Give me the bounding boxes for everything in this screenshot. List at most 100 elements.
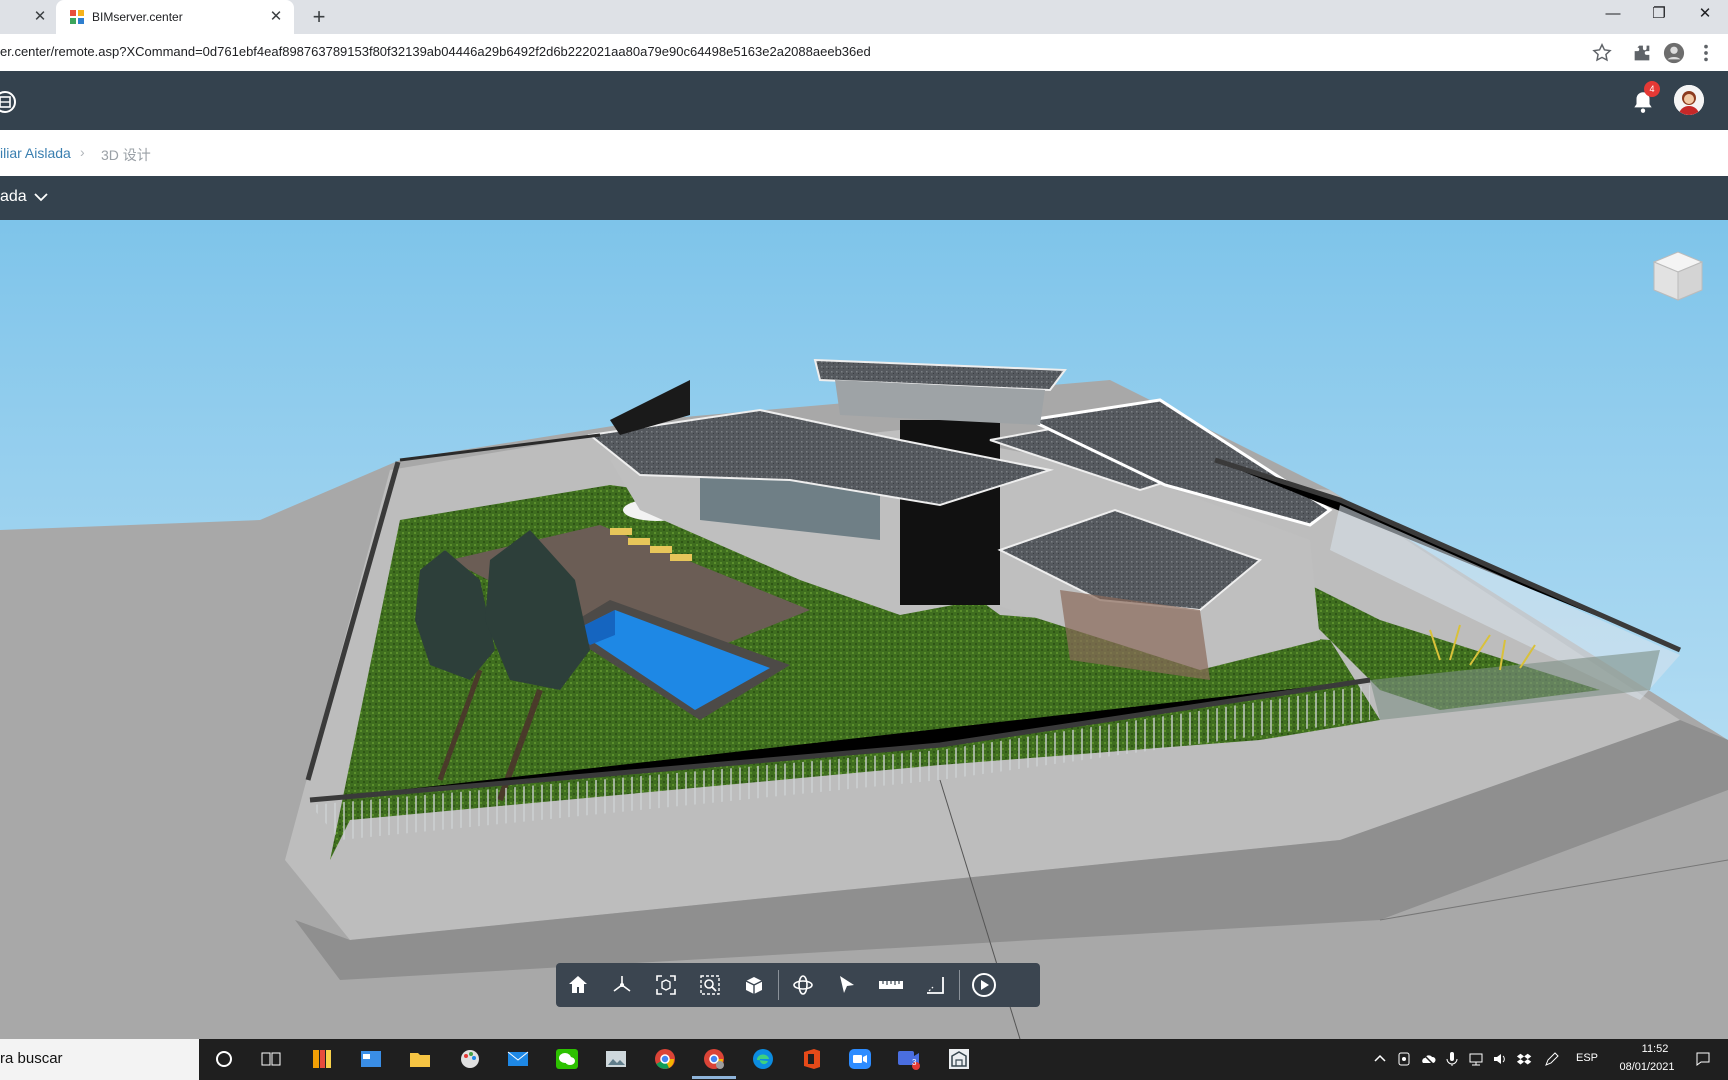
wechat-button[interactable]: [553, 1045, 581, 1073]
home-icon: [569, 976, 587, 993]
tray-device-icon[interactable]: [1396, 1051, 1412, 1067]
fit-all-icon: [656, 975, 676, 995]
clock-time[interactable]: 11:52: [1625, 1043, 1685, 1055]
palette-icon: [461, 1050, 479, 1068]
bimserver-logo-icon[interactable]: [0, 89, 18, 115]
input-language-indicator[interactable]: ESP: [1576, 1052, 1598, 1064]
task-view-icon: [261, 1052, 281, 1066]
breadcrumb-separator-icon: ›: [80, 144, 85, 160]
edge-button[interactable]: [749, 1045, 777, 1073]
network-icon[interactable]: [1468, 1051, 1484, 1067]
measure-ruler-icon: [879, 981, 903, 989]
cortana-button[interactable]: [210, 1045, 238, 1073]
browser-tab-strip: ✕ BIMserver.center ✕ + — ❐ ✕: [0, 0, 1728, 34]
meet-button[interactable]: 3: [895, 1045, 923, 1073]
fit-all-button[interactable]: [644, 963, 688, 1007]
viewer-toolbar: [556, 963, 1040, 1007]
app-header: 4: [0, 71, 1728, 130]
model-selector-dropdown[interactable]: ada: [0, 188, 49, 206]
meet-badge-count: 3: [912, 1058, 917, 1067]
chrome-profile-icon: [704, 1049, 724, 1069]
close-tab-icon[interactable]: ✕: [32, 9, 48, 25]
measure-angle-icon: [927, 977, 944, 994]
building-app-icon: [949, 1049, 969, 1069]
measure-distance-button[interactable]: [869, 963, 913, 1007]
axes-icon: [613, 976, 631, 992]
measure-angle-button[interactable]: [913, 963, 957, 1007]
tab-bimserver[interactable]: BIMserver.center ✕: [56, 0, 294, 34]
toolbar-divider: [959, 970, 960, 1000]
axes-button[interactable]: [600, 963, 644, 1007]
close-tab-icon[interactable]: ✕: [268, 9, 284, 25]
office-button[interactable]: [798, 1045, 826, 1073]
chrome-button[interactable]: [651, 1045, 679, 1073]
clock-date[interactable]: 08/01/2021: [1608, 1061, 1686, 1073]
close-window-button[interactable]: ✕: [1682, 0, 1728, 30]
search-placeholder: ra buscar: [0, 1050, 63, 1067]
mail-icon: [507, 1051, 529, 1066]
notification-count-badge: 4: [1644, 81, 1660, 97]
3d-model-scene[interactable]: [0, 220, 1728, 1039]
extensions-puzzle-icon[interactable]: [1631, 42, 1653, 64]
breadcrumb-current: 3D 设计: [101, 147, 151, 163]
toolbar-divider: [778, 970, 779, 1000]
tab-previous[interactable]: ✕: [0, 0, 48, 34]
orbit-button[interactable]: [781, 963, 825, 1007]
breadcrumb-project-link[interactable]: iliar Aislada: [0, 145, 71, 161]
cortana-circle-icon: [216, 1051, 232, 1067]
taskbar-app-bim[interactable]: [945, 1045, 973, 1073]
restore-window-button[interactable]: ❐: [1636, 0, 1682, 30]
app-window-icon: [361, 1051, 381, 1067]
section-box-icon: [745, 977, 763, 994]
model-bar: ada: [0, 176, 1728, 220]
taskbar-search-input[interactable]: ra buscar: [0, 1039, 199, 1080]
home-view-button[interactable]: [556, 963, 600, 1007]
folder-icon: [410, 1053, 430, 1067]
new-tab-button[interactable]: +: [306, 4, 332, 30]
chrome-icon: [655, 1049, 675, 1069]
meet-video-icon: [898, 1051, 920, 1070]
user-avatar-icon: [1674, 85, 1704, 115]
onedrive-cloud-icon[interactable]: [1420, 1051, 1436, 1067]
view-cube-icon[interactable]: [1646, 244, 1708, 306]
minimize-window-button[interactable]: —: [1590, 0, 1636, 30]
zoom-video-icon: [849, 1049, 871, 1069]
address-bar[interactable]: er.center/remote.asp?XCommand=0d761ebf4e…: [0, 44, 871, 59]
chrome-profile-button[interactable]: [692, 1045, 736, 1079]
show-hidden-icons-chevron-up-icon[interactable]: [1372, 1051, 1388, 1067]
task-view-button[interactable]: [257, 1045, 285, 1073]
orbit-icon: [793, 975, 813, 995]
windows-taskbar: ra buscar 3 ESP 11:52 08/01/2021: [0, 1039, 1728, 1080]
photo-icon: [606, 1051, 626, 1067]
bimserver-favicon-icon: [70, 10, 84, 24]
office-icon: [804, 1049, 820, 1069]
microphone-icon[interactable]: [1444, 1051, 1460, 1067]
action-center-notification-icon[interactable]: [1695, 1051, 1711, 1067]
taskbar-app-photos[interactable]: [602, 1045, 630, 1073]
browser-toolbar: er.center/remote.asp?XCommand=0d761ebf4e…: [0, 34, 1728, 72]
section-box-button[interactable]: [732, 963, 776, 1007]
breadcrumb: iliar Aislada › 3D 设计: [0, 130, 1728, 176]
file-explorer-button[interactable]: [406, 1045, 434, 1073]
zoom-window-icon: [700, 975, 720, 995]
wechat-icon: [556, 1049, 578, 1069]
3d-viewer[interactable]: [0, 220, 1728, 1039]
tab-title: BIMserver.center: [92, 10, 183, 24]
dropbox-icon[interactable]: [1516, 1051, 1532, 1067]
select-button[interactable]: [825, 963, 869, 1007]
browser-menu-icon[interactable]: [1695, 42, 1717, 64]
taskbar-app-1[interactable]: [308, 1045, 336, 1073]
taskbar-app-paint[interactable]: [456, 1045, 484, 1073]
walk-mode-button[interactable]: [962, 963, 1006, 1007]
zoom-button[interactable]: [846, 1045, 874, 1073]
profile-avatar-icon[interactable]: [1663, 42, 1685, 64]
zoom-window-button[interactable]: [688, 963, 732, 1007]
edge-icon: [753, 1049, 773, 1069]
mail-button[interactable]: [504, 1045, 532, 1073]
user-avatar[interactable]: [1674, 85, 1704, 115]
pen-workspace-icon[interactable]: [1544, 1051, 1560, 1067]
taskbar-app-2[interactable]: [357, 1045, 385, 1073]
volume-icon[interactable]: [1492, 1051, 1508, 1067]
bookmark-star-icon[interactable]: [1591, 42, 1613, 64]
chevron-down-icon: [34, 193, 48, 202]
